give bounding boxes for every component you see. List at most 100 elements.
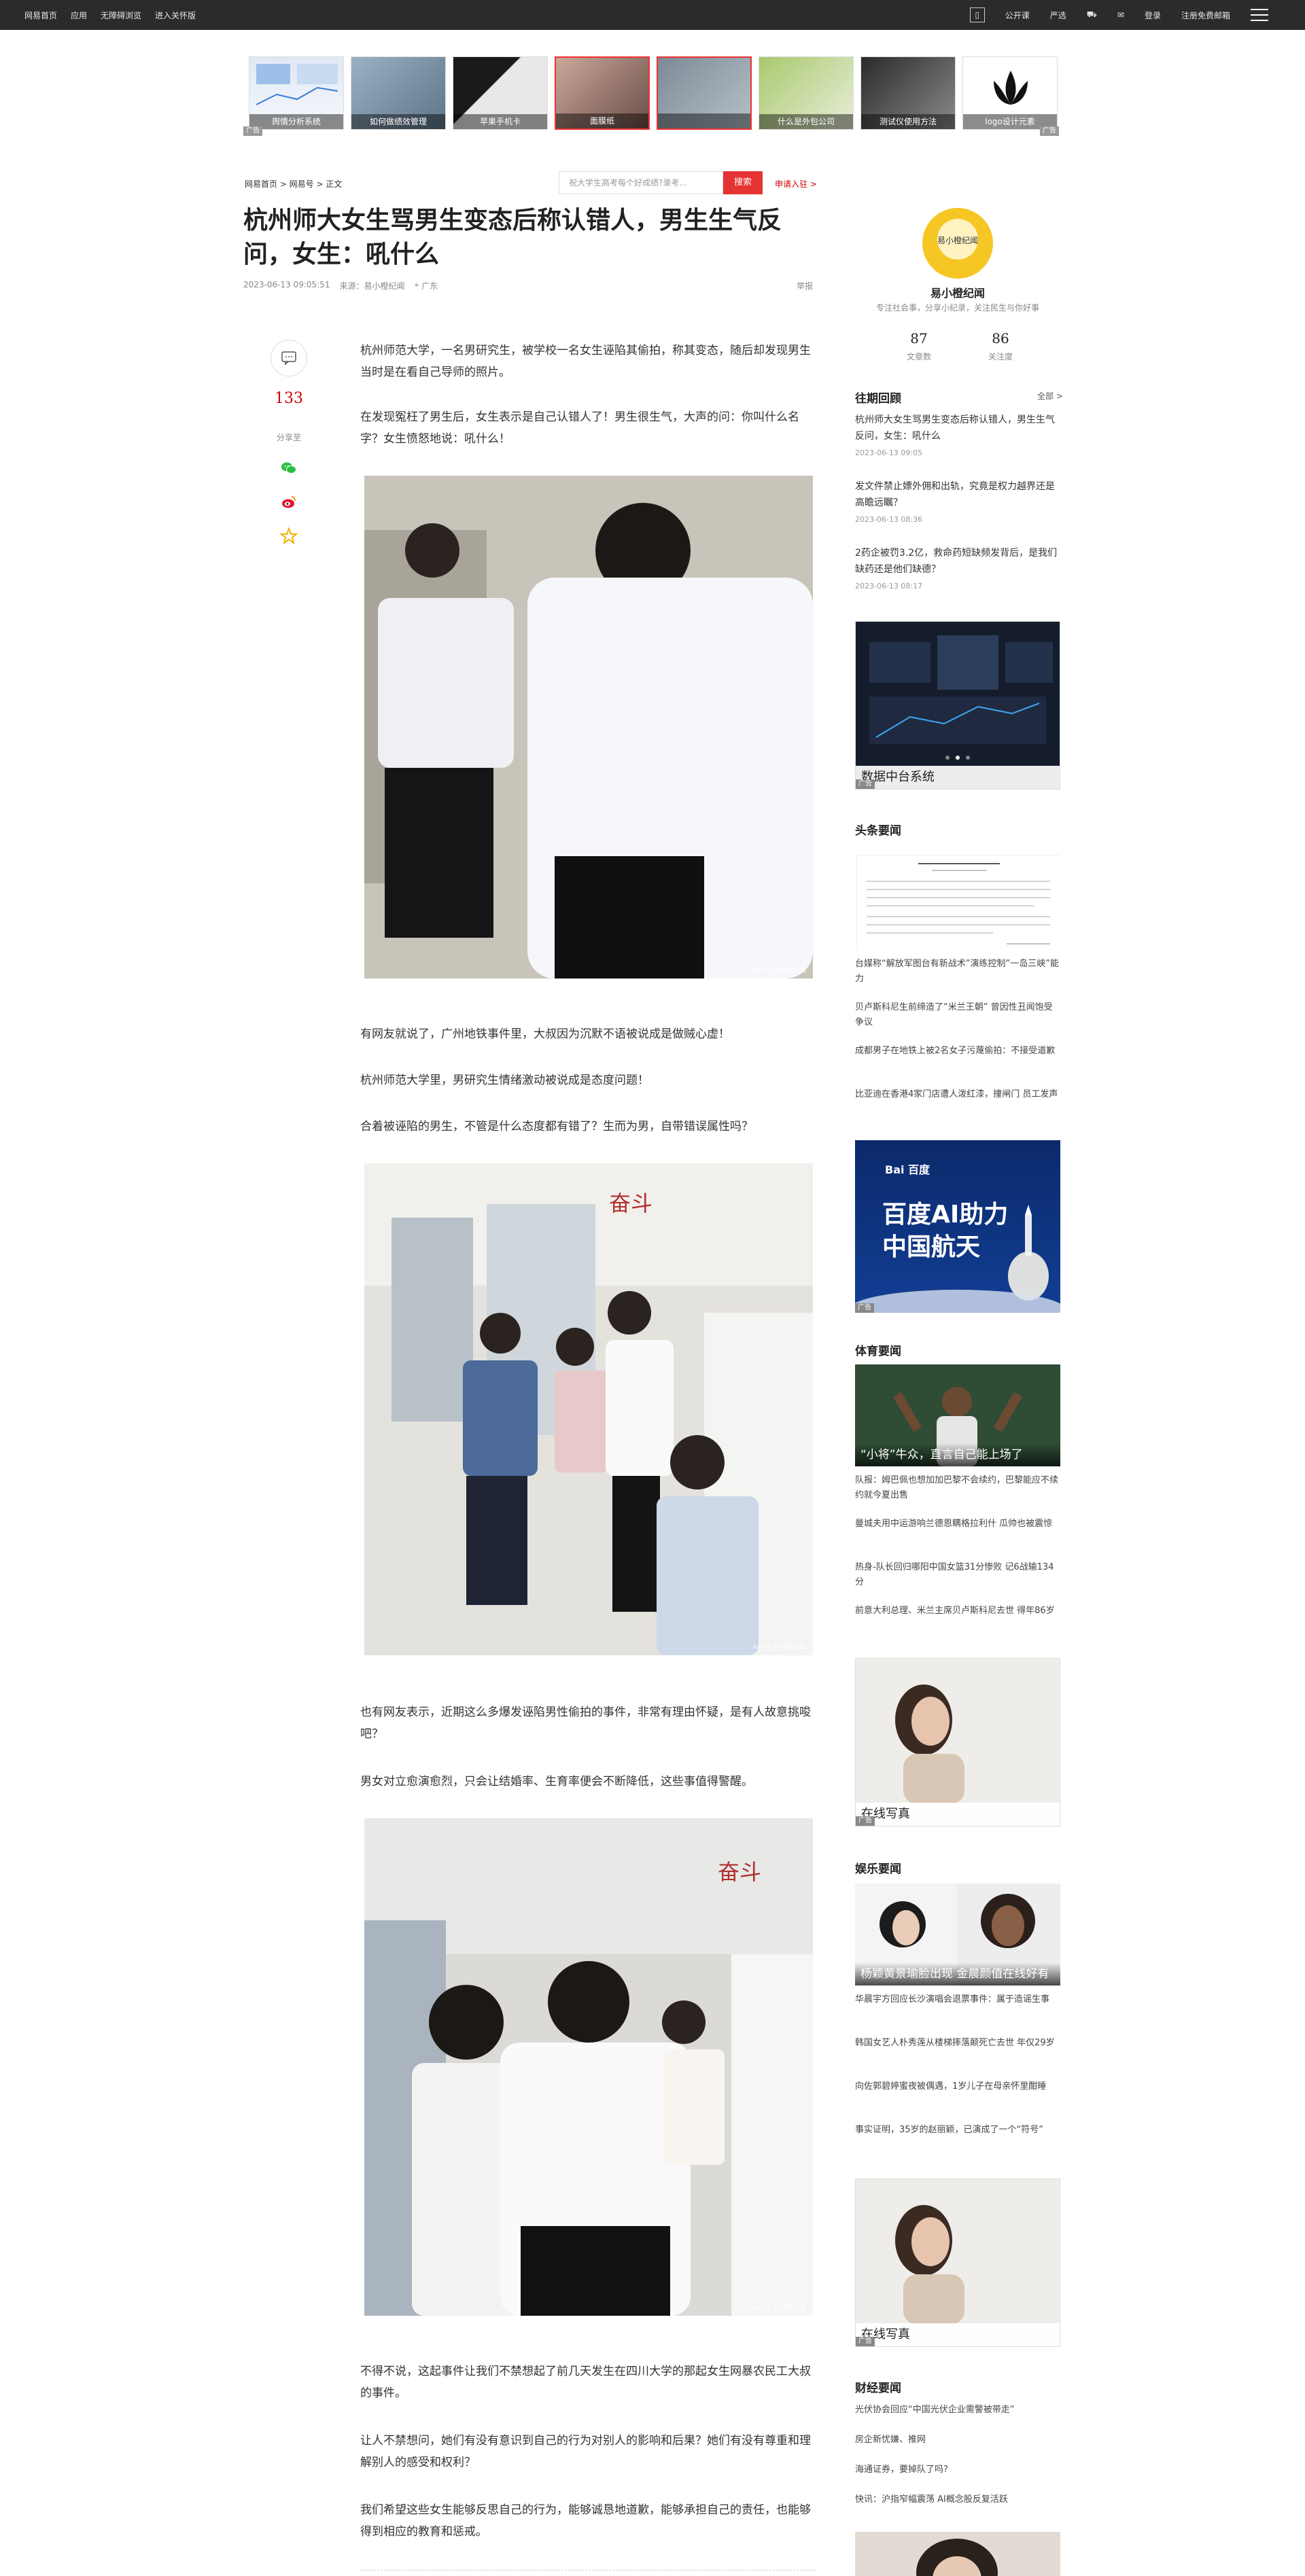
article-meta: 2023-06-13 09:05:51 来源：易小橙纪闻 ⌖ 广东 bbox=[243, 280, 438, 292]
ad-caption: 如何做绩效管理 bbox=[351, 114, 445, 129]
headline-item[interactable]: 比亚迪在香港4家门店遭人泼红漆，撞闸门 员工发声 bbox=[855, 1087, 1060, 1102]
nav-accessibility[interactable]: 无障碍浏览 bbox=[101, 10, 141, 21]
share-column: 133 分享至 bbox=[271, 340, 307, 545]
nav-apps[interactable]: 应用 bbox=[71, 10, 87, 21]
breadcrumb[interactable]: 网易首页 > 网易号 > 正文 bbox=[245, 178, 342, 190]
ad-label: 广告 bbox=[856, 1816, 875, 1826]
search-button[interactable]: 搜索 bbox=[723, 171, 763, 194]
nav-netease-home[interactable]: 网易首页 bbox=[24, 10, 57, 21]
portrait-photo bbox=[856, 2179, 1060, 2325]
past-more-link[interactable]: 全部 > bbox=[1037, 390, 1063, 402]
document-thumbnail bbox=[857, 855, 1060, 951]
nav-yanxuan[interactable]: 严选 bbox=[1050, 10, 1066, 21]
report-link[interactable]: 举报 bbox=[797, 280, 813, 292]
ad-caption: 舆情分析系统 bbox=[249, 114, 343, 129]
rocket-icon bbox=[855, 1205, 1060, 1313]
article-end-divider bbox=[360, 2570, 816, 2571]
article-paragraph: 男女对立愈演愈烈，只会让结婚率、生育率便会不断降低，这些事值得警醒。 bbox=[360, 1775, 753, 1788]
article-photo[interactable]: 奋斗 APP | 易小橙纪闻 bbox=[364, 1818, 813, 2316]
ent-item[interactable]: 华晨宇方回应长沙演唱会退票事件：属于造谣生事 bbox=[855, 1992, 1060, 2007]
sports-item[interactable]: 前意大利总理、米兰主席贝卢斯科尼去世 得年86岁 bbox=[855, 1604, 1060, 1619]
sidebar-ad[interactable]: 在线写真 广告 bbox=[855, 2178, 1060, 2347]
photo-figures: 奋斗 bbox=[364, 1818, 813, 2316]
stat-label: 关注度 bbox=[988, 352, 1013, 361]
avatar-text: 易小橙纪闻 bbox=[937, 235, 978, 245]
ad-item[interactable]: 舆情分析系统 bbox=[249, 56, 344, 130]
photo-watermark: APP | 易小橙纪闻 bbox=[752, 1644, 806, 1651]
ad-item[interactable]: logo设计元素 bbox=[962, 56, 1058, 130]
login-link[interactable]: 登录 bbox=[1145, 10, 1161, 21]
ent-image[interactable]: 杨颖黄景瑜脸出现 金晨颜值在线好有爱 bbox=[855, 1884, 1060, 1986]
past-item[interactable]: 发文件禁止嫖外佣和出轨，究竟是权力越界还是高瞻远瞩？ 2023-06-13 08… bbox=[855, 478, 1060, 526]
search-input[interactable]: 祝大学生高考每个好成绩?录考... bbox=[559, 171, 723, 194]
sports-item[interactable]: 曼城夫用中运游响兰德恩瞒格拉利什 瓜帅也被震惊 bbox=[855, 1517, 1060, 1532]
star-favorite-icon[interactable] bbox=[280, 527, 298, 545]
article-paragraph: 有网友就说了，广州地铁事件里，大叔因为沉默不语被说成是做贼心虚！ bbox=[360, 1027, 730, 1041]
finance-item[interactable]: 光伏协会回应“中国光伏企业需警被带走” bbox=[855, 2403, 1060, 2418]
article-photo[interactable]: APP | 易小橙纪闻 bbox=[364, 476, 813, 978]
nav-care-mode[interactable]: 进入关怀版 bbox=[155, 10, 196, 21]
ad-label: 广告 bbox=[856, 2337, 875, 2346]
ad-item[interactable]: 什么是外包公司 bbox=[759, 56, 854, 130]
ad-item[interactable]: 如何做绩效管理 bbox=[351, 56, 446, 130]
sports-item[interactable]: 热身-队长回归哪阳中国女篮31分惨败 记6战输134分 bbox=[855, 1560, 1060, 1590]
avatar[interactable]: 易小橙纪闻 bbox=[922, 208, 993, 279]
ad-item[interactable]: 测试仪使用方法 bbox=[860, 56, 956, 130]
article-source[interactable]: 来源：易小橙纪闻 bbox=[339, 280, 404, 292]
article-photo[interactable]: 奋斗 APP | 易小橙纪闻 bbox=[364, 1163, 813, 1655]
finance-item[interactable]: 海通证券，要掉队了吗? bbox=[855, 2463, 1060, 2477]
photo-figures bbox=[364, 476, 813, 978]
wechat-icon[interactable] bbox=[280, 459, 298, 477]
menu-icon[interactable] bbox=[1251, 9, 1268, 21]
ad-item[interactable]: 面膜纸 bbox=[555, 56, 650, 130]
ad-label: 广告 bbox=[1040, 126, 1059, 136]
sports-image[interactable]: “小将”牛众，直言自己能上场了 bbox=[855, 1364, 1060, 1466]
comment-button[interactable] bbox=[271, 340, 307, 376]
sidebar-ad-baidu[interactable]: Bai 百度 百度AI助力 中国航天 广告 bbox=[855, 1140, 1060, 1313]
ad-item[interactable] bbox=[657, 56, 752, 130]
headline-item[interactable]: 台媒称“解放军图台有新战术”演练控制”一岛三峡”能力 bbox=[855, 957, 1060, 987]
share-label: 分享至 bbox=[276, 433, 301, 442]
headline-item[interactable]: 成都男子在地铁上被2名女子污蔑偷拍：不接受道歉 bbox=[855, 1044, 1060, 1059]
author-name[interactable]: 易小橙纪闻 bbox=[855, 284, 1060, 300]
sports-item[interactable]: 队报：姆巴佩也想加加巴黎不会续约，巴黎能应不续约就今夏出售 bbox=[855, 1473, 1060, 1503]
mobile-icon[interactable]: ▯ bbox=[969, 7, 985, 22]
ent-item[interactable]: 事实证明，35岁的赵丽颖，已演成了一个“符号” bbox=[855, 2123, 1060, 2138]
svg-text:奋斗: 奋斗 bbox=[609, 1190, 652, 1216]
avatar-logo-icon: 易小橙纪闻 bbox=[922, 208, 993, 279]
nav-open-course[interactable]: 公开课 bbox=[1005, 10, 1030, 21]
portrait-photo bbox=[855, 2532, 1060, 2576]
past-item[interactable]: 2药企被罚3.2亿，救命药短缺频发背后，是我们缺药还是他们缺德？ 2023-06… bbox=[855, 545, 1060, 593]
past-item[interactable]: 杭州师大女生骂男生变态后称认错人，男生生气反问，女生：吼什么 2023-06-1… bbox=[855, 412, 1060, 459]
article-paragraph: 杭州师范大学里，男研究生情绪激动被说成是态度问题！ bbox=[360, 1074, 649, 1087]
stat-articles: 87 文章数 bbox=[878, 330, 960, 362]
past-item-title[interactable]: 发文件禁止嫖外佣和出轨，究竟是权力越界还是高瞻远瞩？ bbox=[855, 478, 1060, 511]
sidebar-ad[interactable]: 数据中台系统 广告 bbox=[855, 621, 1060, 790]
finance-item[interactable]: 快讯：沪指窄幅震荡 AI概念股反复活跃 bbox=[855, 2492, 1060, 2507]
comment-count[interactable]: 133 bbox=[271, 390, 307, 407]
sports-image-caption: “小将”牛众，直言自己能上场了 bbox=[855, 1443, 1060, 1466]
headline-document-image[interactable] bbox=[856, 855, 1060, 951]
weibo-icon[interactable] bbox=[280, 493, 298, 511]
comment-icon bbox=[281, 351, 296, 365]
shopping-cart-icon[interactable]: ⛟ bbox=[1087, 10, 1097, 20]
past-item-time: 2023-06-13 08:36 bbox=[855, 515, 923, 524]
ad-item[interactable]: 苹果手机卡 bbox=[453, 56, 548, 130]
article-paragraph: 合着被诬陷的男生，不管是什么态度都有错了？生而为男，自带错误属性吗？ bbox=[360, 1120, 753, 1133]
register-mail-link[interactable]: 注册免费邮箱 bbox=[1181, 10, 1230, 21]
finance-image[interactable] bbox=[855, 2532, 1060, 2576]
photo-watermark: APP | 易小橙纪闻 bbox=[752, 2304, 806, 2312]
apply-join-link[interactable]: 申请入驻 > bbox=[775, 178, 817, 190]
stat-label: 文章数 bbox=[906, 352, 931, 361]
ent-item[interactable]: 韩国女艺人朴秀莲从楼梯摔落颠死亡去世 年仅29岁 bbox=[855, 2036, 1060, 2051]
mail-icon[interactable]: ✉ bbox=[1117, 10, 1124, 20]
sidebar-ad[interactable]: 在线写真 广告 bbox=[855, 1658, 1060, 1827]
ad-caption: 测试仪使用方法 bbox=[861, 114, 955, 129]
past-item-time: 2023-06-13 08:17 bbox=[855, 582, 923, 590]
finance-item[interactable]: 房企新忧嫌、推网 bbox=[855, 2433, 1060, 2448]
headline-item[interactable]: 贝卢斯科尼生前缔造了“米兰王朝” 曾因性丑闻饱受争议 bbox=[855, 1000, 1060, 1030]
article-paragraph: 让人不禁想问，她们有没有意识到自己的行为对别人的影响和后果？她们有没有尊重和理解… bbox=[360, 2434, 811, 2469]
past-item-title[interactable]: 杭州师大女生骂男生变态后称认错人，男生生气反问，女生：吼什么 bbox=[855, 412, 1060, 444]
past-item-title[interactable]: 2药企被罚3.2亿，救命药短缺频发背后，是我们缺药还是他们缺德？ bbox=[855, 545, 1060, 578]
ent-item[interactable]: 向佐郭碧婷蜜夜被偶遇，1岁儿子在母亲怀里酣睡 bbox=[855, 2079, 1060, 2094]
